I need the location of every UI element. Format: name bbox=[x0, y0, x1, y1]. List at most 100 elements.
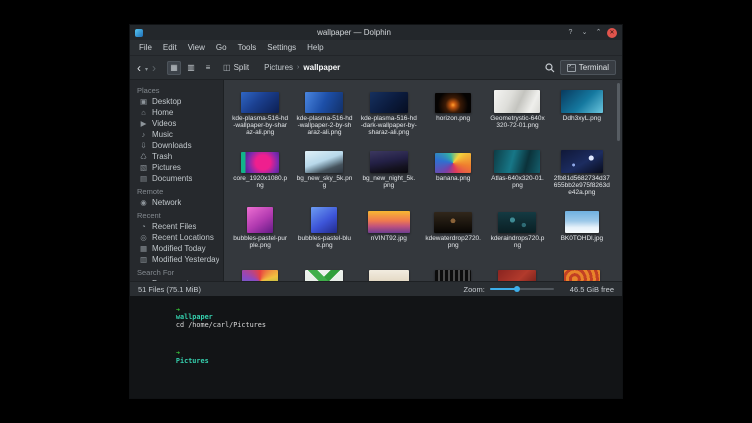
file-item[interactable]: 2fb81d5682734d37655bb2e975f8263de42a.png bbox=[551, 145, 613, 201]
terminal-label: Terminal bbox=[579, 63, 609, 72]
file-item[interactable]: bg_new_sky_5k.png bbox=[293, 145, 355, 201]
menu-item[interactable]: File bbox=[134, 41, 157, 54]
menu-item[interactable]: Settings bbox=[262, 41, 301, 54]
menu-bar: File Edit View Go Tools Settings Help bbox=[130, 40, 622, 56]
maximize-button[interactable]: ⌃ bbox=[593, 27, 604, 38]
file-item[interactable]: nVINT92.jpg bbox=[358, 205, 420, 261]
icons-view-button[interactable]: ▦ bbox=[167, 61, 181, 75]
file-item[interactable] bbox=[486, 265, 548, 281]
file-thumbnail-wrap bbox=[564, 265, 600, 281]
file-name: kde-plasma-516-hd-dark-wallpaper-by-shar… bbox=[358, 115, 420, 136]
file-thumbnail-wrap bbox=[561, 145, 603, 173]
sidebar-item[interactable]: ◎ Recent Locations bbox=[130, 232, 223, 243]
file-thumbnail-wrap bbox=[494, 85, 540, 113]
zoom-slider[interactable] bbox=[490, 288, 554, 290]
file-grid-partial-row bbox=[229, 265, 613, 281]
sidebar-item[interactable]: ▶ Videos bbox=[130, 118, 223, 129]
vertical-scrollbar[interactable] bbox=[617, 83, 620, 141]
section-title-remote: Remote bbox=[130, 184, 223, 197]
file-name: bubbles-pastel-blue.png bbox=[293, 235, 355, 249]
sidebar-item[interactable]: ♺ Trash bbox=[130, 151, 223, 162]
file-item[interactable]: core_1920x1080.png bbox=[229, 145, 291, 201]
menu-item[interactable]: Tools bbox=[233, 41, 262, 54]
folder-view[interactable]: kde-plasma-516-hd-wallpaper-by-sharaz-al… bbox=[224, 80, 622, 281]
file-item[interactable]: bubbles-pastel-purple.png bbox=[229, 205, 291, 261]
sidebar-item[interactable]: ⌂ Home bbox=[130, 107, 223, 118]
sidebar-item[interactable]: ▧ Pictures bbox=[130, 162, 223, 173]
sidebar-item[interactable]: ♪ Music bbox=[130, 129, 223, 140]
minimize-button[interactable]: ⌄ bbox=[579, 27, 590, 38]
back-button[interactable]: ‹ bbox=[136, 62, 142, 74]
thumbnail-image bbox=[242, 270, 278, 281]
section-title-search-for: Search For bbox=[130, 265, 223, 278]
file-item[interactable]: banana.png bbox=[422, 145, 484, 201]
file-item[interactable]: bg_new_night_5k.png bbox=[358, 145, 420, 201]
recent-section: Recent ◔ Recent Files ◎ Recent Locations bbox=[130, 208, 223, 265]
sidebar-item-label: Recent Locations bbox=[152, 233, 214, 242]
file-item[interactable]: BK0TOHDl.jpg bbox=[551, 205, 613, 261]
sidebar-item[interactable]: ▣ Desktop bbox=[130, 96, 223, 107]
breadcrumb-separator-icon: › bbox=[297, 64, 299, 71]
file-item[interactable]: bubbles-pastel-blue.png bbox=[293, 205, 355, 261]
file-item[interactable] bbox=[293, 265, 355, 281]
file-name: horizon.png bbox=[433, 115, 473, 122]
thumbnail-image bbox=[565, 211, 599, 233]
file-name: bg_new_sky_5k.png bbox=[293, 175, 355, 189]
file-item[interactable]: horizon.png bbox=[422, 85, 484, 141]
menu-item[interactable]: Help bbox=[302, 41, 328, 54]
file-item[interactable]: Ddh3xyL.png bbox=[551, 85, 613, 141]
file-name: nVINT92.jpg bbox=[368, 235, 410, 242]
free-space-label: 46.5 GiB free bbox=[570, 285, 614, 294]
menu-item[interactable]: View bbox=[183, 41, 210, 54]
help-button[interactable]: ? bbox=[565, 27, 576, 38]
file-item[interactable]: kde-plasma-516-hd-wallpaper-by-sharaz-al… bbox=[229, 85, 291, 141]
sidebar-item-label: Home bbox=[152, 108, 173, 117]
file-item[interactable]: Atlas-640x320-01.png bbox=[486, 145, 548, 201]
file-name: Atlas-640x320-01.png bbox=[486, 175, 548, 189]
terminal-line: ➜ wallpaper cd /home/carl/Pictures bbox=[135, 300, 617, 343]
breadcrumb-wallpaper[interactable]: wallpaper bbox=[303, 63, 340, 72]
sidebar-item[interactable]: ◔ Recent Files bbox=[130, 221, 223, 232]
sidebar-item[interactable]: ▦ Modified Today bbox=[130, 243, 223, 254]
file-name: banana.png bbox=[433, 175, 473, 182]
zoom-slider-handle[interactable] bbox=[514, 286, 520, 292]
details-view-button[interactable]: ≡ bbox=[201, 61, 215, 75]
sidebar-item[interactable]: ◉ Network bbox=[130, 197, 223, 208]
menu-item[interactable]: Go bbox=[211, 41, 232, 54]
menu-item[interactable]: Edit bbox=[158, 41, 182, 54]
file-item[interactable]: kde-plasma-516-hd-wallpaper-2-by-sharaz-… bbox=[293, 85, 355, 141]
file-item[interactable]: kdewaterdrop2720.png bbox=[422, 205, 484, 261]
section-title-places: Places bbox=[130, 83, 223, 96]
file-item[interactable] bbox=[551, 265, 613, 281]
back-history-caret-icon[interactable]: ▾ bbox=[145, 66, 148, 73]
compact-view-button[interactable]: ▥ bbox=[184, 61, 198, 75]
forward-button[interactable]: › bbox=[151, 62, 157, 74]
thumbnail-image bbox=[247, 207, 273, 233]
titlebar[interactable]: wallpaper — Dolphin ? ⌄ ⌃ ✕ bbox=[130, 25, 622, 40]
file-name: 2fb81d5682734d37655bb2e975f8263de42a.png bbox=[551, 175, 613, 196]
file-item[interactable] bbox=[358, 265, 420, 281]
file-thumbnail-wrap bbox=[370, 85, 408, 113]
file-item[interactable]: kde-plasma-516-hd-dark-wallpaper-by-shar… bbox=[358, 85, 420, 141]
search-for-section: Search For ◌ Documents bbox=[130, 265, 223, 281]
file-item[interactable] bbox=[422, 265, 484, 281]
file-item[interactable]: kderaindrops720.png bbox=[486, 205, 548, 261]
split-button[interactable]: ◫ Split bbox=[218, 61, 254, 74]
breadcrumb-pictures[interactable]: Pictures bbox=[264, 63, 293, 72]
file-item[interactable]: Geometrystic-640x320-72-01.png bbox=[486, 85, 548, 141]
status-bar: 51 Files (75.1 MiB) Zoom: 46.5 GiB free bbox=[130, 281, 622, 296]
sidebar-item[interactable]: ▤ Documents bbox=[130, 173, 223, 184]
zoom-control: Zoom: bbox=[201, 285, 554, 294]
terminal-panel[interactable]: ➜ wallpaper cd /home/carl/Pictures ➜ Pic… bbox=[130, 296, 622, 398]
sidebar-item[interactable]: ⇩ Downloads bbox=[130, 140, 223, 151]
file-name: bg_new_night_5k.png bbox=[358, 175, 420, 189]
sidebar-item-label: Pictures bbox=[152, 163, 181, 172]
dolphin-app-icon bbox=[135, 29, 143, 37]
search-icon[interactable] bbox=[543, 61, 557, 75]
file-thumbnail-wrap bbox=[435, 145, 471, 173]
section-title-recent: Recent bbox=[130, 208, 223, 221]
file-item[interactable] bbox=[229, 265, 291, 281]
sidebar-item[interactable]: ▥ Modified Yesterday bbox=[130, 254, 223, 265]
terminal-toggle-button[interactable]: >_ Terminal bbox=[560, 60, 616, 75]
close-button[interactable]: ✕ bbox=[607, 28, 617, 38]
